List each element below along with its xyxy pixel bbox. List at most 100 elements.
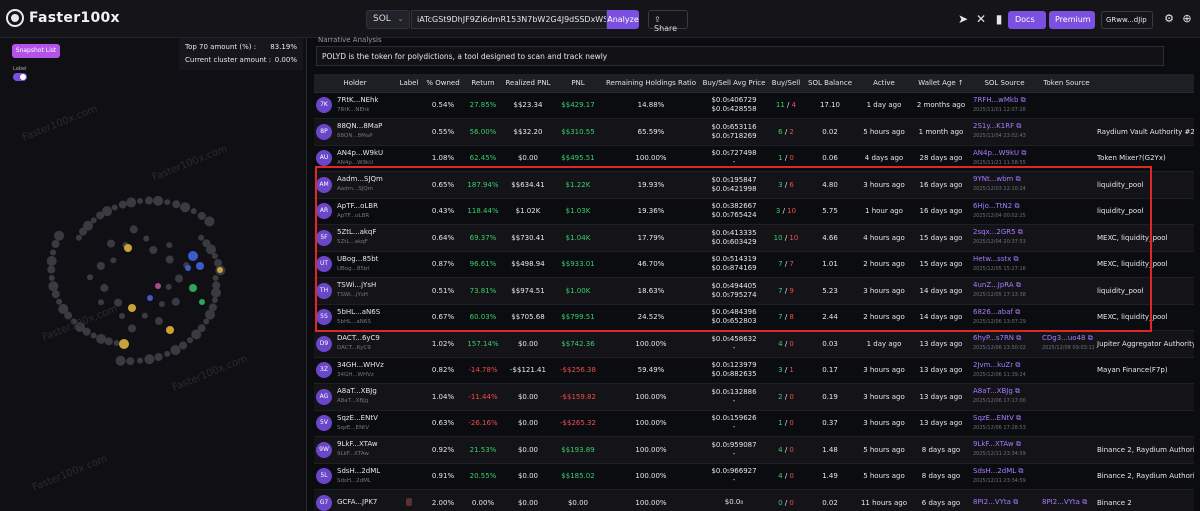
sol-source-cell[interactable]: A8aT...XBJg ⧉ 2025/12/06 17:17:00 xyxy=(970,383,1039,411)
sol-source-cell[interactable]: 7RFH...wMkb ⧉ 2025/11/01 12:07:28 xyxy=(970,92,1039,119)
holder-cell[interactable]: AM Aadm...SJQm Aadm...SJQm xyxy=(314,171,396,199)
holder-bubble[interactable] xyxy=(102,206,113,217)
holder-address[interactable]: GCFA...JPK7 xyxy=(337,498,377,506)
sol-source-cell[interactable]: 4unZ...JpRA ⧉ 2025/12/05 17:13:38 xyxy=(970,277,1039,305)
sol-source-cell[interactable]: 2S1y...K1RF ⧉ 2025/11/04 23:02:43 xyxy=(970,118,1039,146)
holder-bubble[interactable] xyxy=(189,284,197,292)
sol-source-link[interactable]: 9LkF...XTAw xyxy=(973,440,1014,448)
holder-address[interactable]: 7RtK...NEhk xyxy=(337,96,378,104)
holder-bubble[interactable] xyxy=(70,318,77,325)
holder-bubble[interactable] xyxy=(137,198,143,205)
table-row[interactable]: AM Aadm...SJQm Aadm...SJQm 0.65% 187.94% $$63… xyxy=(314,171,1194,199)
snapshot-list-button[interactable]: Snapshot List xyxy=(12,44,60,58)
token-source-cell[interactable] xyxy=(1039,198,1094,225)
holder-bubble[interactable] xyxy=(188,251,198,261)
sol-source-link[interactable]: 6hyP...s7RN xyxy=(973,334,1014,342)
holder-bubble[interactable] xyxy=(185,265,191,271)
table-row[interactable]: 5L SdsH...2dML SdsH...2dML 0.91% 20.55% $0.00… xyxy=(314,463,1194,490)
column-header[interactable]: Realized PNL xyxy=(502,74,554,93)
holder-bubble[interactable] xyxy=(90,332,97,339)
token-source-cell[interactable]: 8PI2...VYta ⧉ xyxy=(1039,489,1094,511)
holder-bubble[interactable] xyxy=(198,234,205,241)
chain-select[interactable]: SOL ⌄ xyxy=(366,10,410,29)
sol-source-cell[interactable]: 6hyP...s7RN ⧉ 2025/12/06 13:50:02 xyxy=(970,330,1039,358)
holder-bubble[interactable] xyxy=(211,287,222,298)
sol-source-link[interactable]: 4unZ...JpRA xyxy=(973,281,1014,289)
token-source-cell[interactable] xyxy=(1039,410,1094,437)
sol-source-cell[interactable]: 6Hjo...TtN2 ⧉ 2025/12/04 00:02:25 xyxy=(970,198,1039,225)
sol-source-cell[interactable]: AN4p...W9kU ⧉ 2025/11/21 11:58:55 xyxy=(970,145,1039,172)
holder-cell[interactable]: D9 DACT...6yC9 DACT...6yC9 xyxy=(314,330,396,358)
holder-bubble[interactable] xyxy=(115,355,126,366)
column-header[interactable]: % Owned xyxy=(422,74,464,93)
holder-cell[interactable]: 3Z 34GH...WHVz 34GH...WHVz xyxy=(314,357,396,384)
holder-bubble[interactable] xyxy=(58,303,69,314)
label-toggle[interactable] xyxy=(13,73,27,81)
holder-bubble[interactable] xyxy=(124,244,132,252)
holder-bubble[interactable] xyxy=(47,265,56,274)
sol-source-cell[interactable]: 2Jvm...kuZr ⧉ 2025/12/06 11:39:24 xyxy=(970,357,1039,384)
holder-bubble[interactable] xyxy=(196,262,204,270)
token-source-cell[interactable] xyxy=(1039,463,1094,490)
holder-bubble[interactable] xyxy=(50,249,57,256)
holder-bubble[interactable] xyxy=(191,329,202,340)
holder-bubble[interactable] xyxy=(155,283,161,289)
holder-bubble[interactable] xyxy=(129,225,138,234)
table-row[interactable]: D9 DACT...6yC9 DACT...6yC9 1.02% 157.14% $0.0… xyxy=(314,330,1194,358)
holder-bubble[interactable] xyxy=(128,324,137,333)
holder-bubble[interactable] xyxy=(100,283,109,292)
holder-bubble[interactable] xyxy=(166,326,174,334)
table-row[interactable]: G7 GCFA...JPK7 2.00% 0.00% $0.00 $0.00 100.00%… xyxy=(314,489,1194,511)
table-row[interactable]: 3Z 34GH...WHVz 34GH...WHVz 0.82% -14.78% -$$1… xyxy=(314,357,1194,384)
holder-bubble[interactable] xyxy=(48,281,59,292)
sol-source-cell[interactable]: 9YNt...wbm ⧉ 2025/12/03 22:10:24 xyxy=(970,171,1039,199)
holder-bubble[interactable] xyxy=(141,312,148,319)
token-source-cell[interactable] xyxy=(1039,251,1094,278)
holder-bubble[interactable] xyxy=(171,297,180,306)
holder-bubble[interactable] xyxy=(51,239,60,248)
holder-bubble[interactable] xyxy=(211,252,218,259)
sol-source-link[interactable]: Hetw...sstx xyxy=(973,255,1011,263)
holder-bubble[interactable] xyxy=(48,275,55,281)
sol-source-link[interactable]: 8PI2...VYta xyxy=(973,498,1011,506)
holder-bubble[interactable] xyxy=(180,202,191,213)
sol-source-link[interactable]: 2Jvm...kuZr xyxy=(973,361,1013,369)
column-header[interactable]: Active xyxy=(856,74,912,93)
token-source-link[interactable]: CDg3...uo48 xyxy=(1042,334,1085,342)
token-source-cell[interactable] xyxy=(1039,171,1094,199)
holder-bubble[interactable] xyxy=(179,341,188,350)
holder-bubble[interactable] xyxy=(143,235,150,242)
holder-address[interactable]: 88QN...8MaP xyxy=(337,122,382,130)
holder-bubble[interactable] xyxy=(205,244,216,255)
sol-source-cell[interactable]: SqzE...ENtV ⧉ 2025/12/06 17:28:53 xyxy=(970,410,1039,437)
holder-bubble[interactable] xyxy=(110,257,117,264)
holder-bubble[interactable] xyxy=(54,230,65,241)
holder-bubble[interactable] xyxy=(126,357,135,366)
sol-source-link[interactable]: SdsH...2dML xyxy=(973,467,1016,475)
logo[interactable]: Faster100x xyxy=(6,9,120,27)
column-header[interactable]: Label xyxy=(396,74,422,93)
holder-bubble[interactable] xyxy=(126,197,137,208)
holder-bubble[interactable] xyxy=(212,275,219,281)
sol-source-link[interactable]: 2sqx...2GR5 xyxy=(973,228,1016,236)
holder-bubble[interactable] xyxy=(87,274,94,281)
column-header[interactable]: Return xyxy=(464,74,502,93)
holder-bubble[interactable] xyxy=(217,267,223,273)
holder-bubble[interactable] xyxy=(166,242,173,249)
user-wallet-button[interactable]: GRww...dJip xyxy=(1101,11,1153,29)
token-address-input[interactable]: iATcGSt9DhJF9Zi6dmR153N7bW2G4J9dSSDxWSpu… xyxy=(411,10,607,29)
holder-bubble[interactable] xyxy=(119,312,126,319)
holder-address[interactable]: SdsH...2dML xyxy=(337,467,380,475)
holder-address[interactable]: UBog...85bt xyxy=(337,255,378,263)
sol-source-link[interactable]: 6826...abaf xyxy=(973,308,1013,316)
holder-address[interactable]: Aadm...SJQm xyxy=(337,175,383,183)
holder-bubble[interactable] xyxy=(107,239,116,248)
holder-bubble[interactable] xyxy=(165,255,174,264)
bookmark-icon[interactable]: ▮ xyxy=(992,12,1006,26)
token-source-cell[interactable] xyxy=(1039,277,1094,305)
holder-bubble[interactable] xyxy=(114,298,123,307)
holder-bubble[interactable] xyxy=(90,217,97,224)
holder-cell[interactable]: AG A8aT...XBJg A8aT...XBJg xyxy=(314,383,396,411)
holder-address[interactable]: TSWi...jYsH xyxy=(337,281,376,289)
x-icon[interactable]: ✕ xyxy=(974,12,988,26)
